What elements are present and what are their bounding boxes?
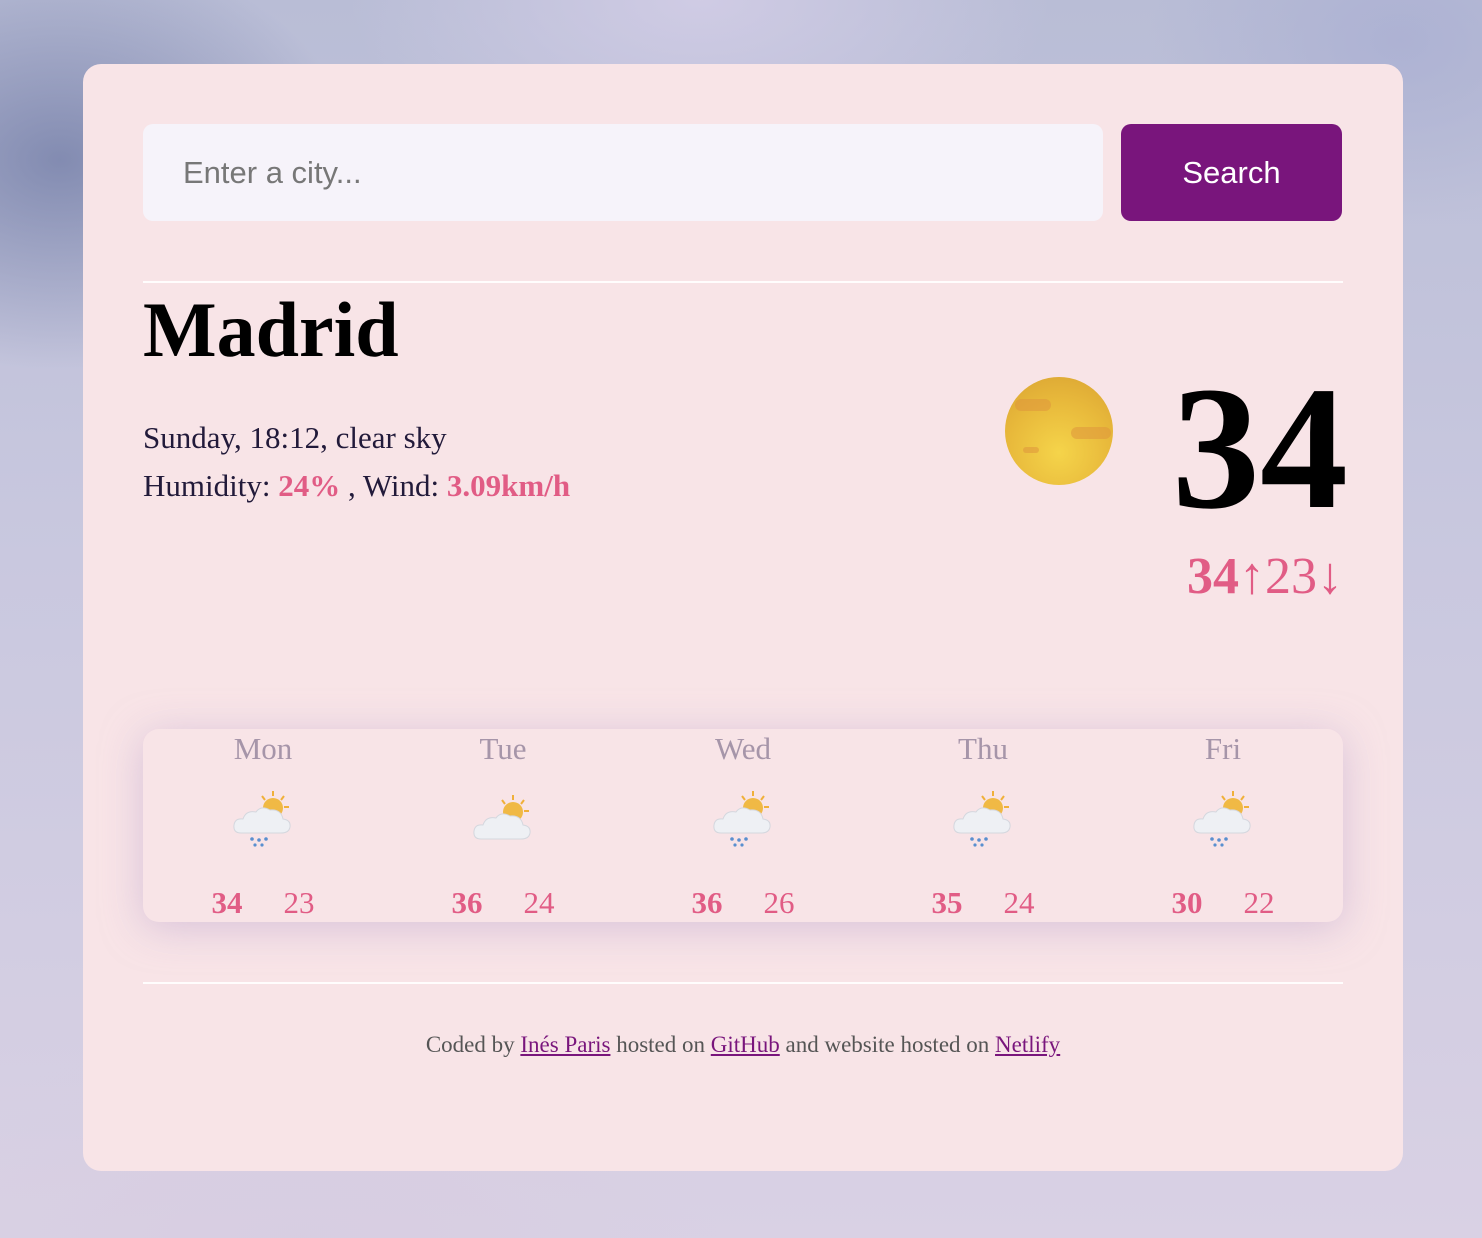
- today-min-max: 34↑23↓: [1163, 544, 1343, 610]
- today-max: 34↑: [1187, 548, 1265, 605]
- footer: Coded by Inés Paris hosted on GitHub and…: [83, 1032, 1403, 1058]
- sun-icon: [1005, 377, 1113, 485]
- footer-text: hosted on: [616, 1032, 706, 1057]
- rain-cloud-sun-icon: [233, 791, 291, 847]
- bottom-divider: [143, 982, 1343, 984]
- cloud-sun-icon: [473, 795, 531, 840]
- forecast-day-name: Tue: [479, 731, 527, 766]
- forecast-day-name: Thu: [958, 731, 1008, 766]
- footer-text: and website hosted on: [785, 1032, 990, 1057]
- today-min: 23↓: [1265, 548, 1343, 605]
- rain-cloud-sun-icon: [1193, 791, 1251, 847]
- forecast-day-name: Wed: [714, 731, 772, 766]
- city-name: Madrid: [143, 286, 399, 373]
- forecast-max: 35: [931, 885, 963, 920]
- weather-card: Search Madrid Sunday, 18:12, clear sky H…: [83, 64, 1403, 1171]
- rain-cloud-sun-icon: [953, 791, 1011, 847]
- forecast-min: 22: [1243, 885, 1275, 920]
- forecast-min: 23: [283, 885, 315, 920]
- forecast-max: 30: [1171, 885, 1203, 920]
- github-link[interactable]: GitHub: [711, 1032, 780, 1057]
- netlify-link[interactable]: Netlify: [995, 1032, 1060, 1057]
- wind-value: 3.09km/h: [446, 468, 571, 503]
- footer-text: Coded by: [425, 1032, 515, 1057]
- forecast-max: 36: [451, 885, 483, 920]
- forecast-max: 34: [211, 885, 243, 920]
- humidity-value: 24%: [278, 468, 341, 503]
- datetime-description: Sunday, 18:12, clear sky: [143, 420, 447, 455]
- humidity-wind-line: Humidity: 24% , Wind: 3.09km/h: [143, 462, 570, 510]
- author-link[interactable]: Inés Paris: [520, 1032, 610, 1057]
- forecast-max: 36: [691, 885, 723, 920]
- forecast-day-name: Mon: [233, 731, 293, 766]
- forecast-panel: Mon 34 23 Tue 36 24 Wed 36 26 Thu 35 24 …: [143, 729, 1343, 922]
- forecast-min: 26: [763, 885, 795, 920]
- forecast-min: 24: [523, 885, 555, 920]
- current-details: Sunday, 18:12, clear sky Humidity: 24% ,…: [143, 414, 570, 510]
- rain-cloud-sun-icon: [713, 791, 771, 847]
- wind-label: , Wind:: [347, 468, 440, 503]
- search-form: Search: [143, 124, 1342, 221]
- humidity-label: Humidity:: [143, 468, 271, 503]
- forecast-day-name: Fri: [1204, 731, 1242, 766]
- search-button[interactable]: Search: [1121, 124, 1342, 221]
- current-temperature: 34: [1172, 351, 1348, 546]
- forecast-min: 24: [1003, 885, 1035, 920]
- city-search-input[interactable]: [143, 124, 1103, 221]
- top-divider: [143, 281, 1343, 283]
